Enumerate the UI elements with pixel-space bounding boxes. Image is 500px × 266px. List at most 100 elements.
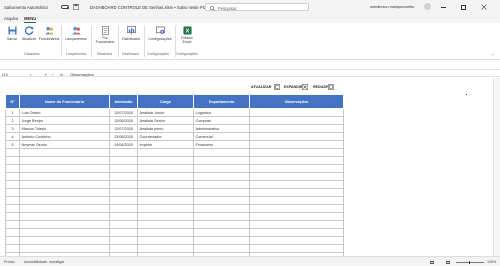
table-cell[interactable] <box>109 188 138 197</box>
table-cell[interactable] <box>109 212 138 221</box>
table-cell[interactable]: 13/08/2020 <box>109 132 138 141</box>
table-cell[interactable] <box>109 148 138 157</box>
refresh-icon[interactable] <box>274 84 280 90</box>
table-cell[interactable] <box>137 148 194 157</box>
table-cell[interactable] <box>5 228 20 237</box>
table-cell[interactable] <box>109 172 138 181</box>
table-cell[interactable] <box>109 164 138 173</box>
table-cell[interactable]: Marcos Toledo <box>19 124 110 133</box>
vertical-scrollbar[interactable] <box>493 78 500 256</box>
table-cell[interactable] <box>137 228 194 237</box>
table-cell[interactable] <box>193 156 250 165</box>
employees-button[interactable]: Funcionários <box>38 26 60 41</box>
table-cell[interactable] <box>19 236 110 245</box>
collapse-ribbon-icon[interactable]: ⌃ <box>491 53 494 58</box>
table-cell[interactable] <box>5 180 20 189</box>
table-cell[interactable] <box>19 196 110 205</box>
table-cell[interactable]: 5 <box>5 140 20 149</box>
save-icon[interactable] <box>73 4 79 10</box>
normal-view-icon[interactable] <box>430 260 434 264</box>
table-cell[interactable] <box>249 244 344 253</box>
dashboard-button[interactable]: Dashboard <box>120 26 142 41</box>
table-cell[interactable] <box>19 156 110 165</box>
table-cell[interactable] <box>19 188 110 197</box>
table-cell[interactable] <box>109 220 138 229</box>
expand-icon[interactable] <box>302 84 308 90</box>
table-cell[interactable] <box>137 220 194 229</box>
table-cell[interactable] <box>249 132 344 141</box>
table-cell[interactable]: 12/07/2020 <box>109 108 138 117</box>
table-cell[interactable] <box>109 236 138 245</box>
table-cell[interactable]: Financeiro <box>193 140 250 149</box>
table-cell[interactable] <box>249 204 344 213</box>
table-cell[interactable] <box>137 180 194 189</box>
table-cell[interactable]: 12/06/2020 <box>109 116 138 125</box>
table-cell[interactable] <box>5 188 20 197</box>
refresh-action-button[interactable]: ATUALIZAR <box>251 85 271 91</box>
tab-arquivo[interactable]: Arquivo <box>4 16 18 21</box>
table-cell[interactable] <box>249 148 344 157</box>
table-cell[interactable] <box>5 196 20 205</box>
accessibility-status[interactable]: Acessibilidade: investigar <box>24 260 64 264</box>
autosave-toggle[interactable] <box>61 5 69 9</box>
table-cell[interactable] <box>137 196 194 205</box>
table-cell[interactable]: Logística <box>193 108 250 117</box>
search-input[interactable]: Pesquisar <box>205 3 309 11</box>
table-cell[interactable]: 1 <box>5 108 20 117</box>
table-cell[interactable] <box>109 204 138 213</box>
table-cell[interactable] <box>249 124 344 133</box>
table-cell[interactable] <box>193 236 250 245</box>
table-cell[interactable] <box>193 204 250 213</box>
table-cell[interactable]: Jorge Benjor <box>19 116 110 125</box>
table-cell[interactable]: Analista Senior <box>137 116 194 125</box>
formula-input[interactable]: Observações <box>70 72 94 77</box>
table-cell[interactable] <box>193 220 250 229</box>
table-cell[interactable] <box>5 156 20 165</box>
table-cell[interactable] <box>193 212 250 221</box>
table-cell[interactable]: 2 <box>5 116 20 125</box>
worksheet[interactable]: ATUALIZAR EXPANDIR REDUZIR Nº Nome do Fu… <box>0 78 500 261</box>
table-cell[interactable]: Impetor <box>137 140 194 149</box>
table-cell[interactable] <box>109 196 138 205</box>
table-cell[interactable] <box>249 220 344 229</box>
table-cell[interactable] <box>5 244 20 253</box>
table-cell[interactable] <box>19 244 110 253</box>
zoom-slider-thumb[interactable] <box>469 260 470 264</box>
table-cell[interactable]: Luis Otavio <box>19 108 110 117</box>
table-cell[interactable] <box>193 188 250 197</box>
table-cell[interactable]: Administrativo <box>193 124 250 133</box>
table-cell[interactable] <box>249 236 344 245</box>
table-cell[interactable] <box>249 212 344 221</box>
table-cell[interactable]: Antônio Coutinho <box>19 132 110 141</box>
table-cell[interactable] <box>193 172 250 181</box>
table-cell[interactable] <box>249 188 344 197</box>
table-cell[interactable] <box>5 172 20 181</box>
table-cell[interactable] <box>5 148 20 157</box>
table-cell[interactable] <box>137 236 194 245</box>
table-cell[interactable] <box>19 220 110 229</box>
table-cell[interactable]: Compras <box>193 116 250 125</box>
avatar[interactable] <box>424 3 431 10</box>
name-box[interactable]: I13 <box>2 72 8 77</box>
refresh-button[interactable]: Atualizar <box>21 26 37 41</box>
table-cell[interactable] <box>249 164 344 173</box>
table-cell[interactable] <box>249 116 344 125</box>
function-icon[interactable]: fx <box>60 72 63 77</box>
table-cell[interactable] <box>19 180 110 189</box>
table-cell[interactable] <box>19 148 110 157</box>
table-cell[interactable] <box>137 156 194 165</box>
table-cell[interactable] <box>19 164 110 173</box>
table-cell[interactable] <box>193 164 250 173</box>
maximize-icon[interactable] <box>461 4 466 10</box>
table-cell[interactable]: Neymar Osorio <box>19 140 110 149</box>
table-cell[interactable] <box>249 172 344 181</box>
table-cell[interactable] <box>249 140 344 149</box>
table-cell[interactable] <box>19 228 110 237</box>
table-cell[interactable]: Analista Junior <box>137 108 194 117</box>
save-button[interactable]: Salvar <box>5 26 19 41</box>
table-cell[interactable] <box>137 172 194 181</box>
table-cell[interactable] <box>19 212 110 221</box>
table-cell[interactable] <box>19 204 110 213</box>
table-cell[interactable] <box>109 228 138 237</box>
table-cell[interactable] <box>193 228 250 237</box>
